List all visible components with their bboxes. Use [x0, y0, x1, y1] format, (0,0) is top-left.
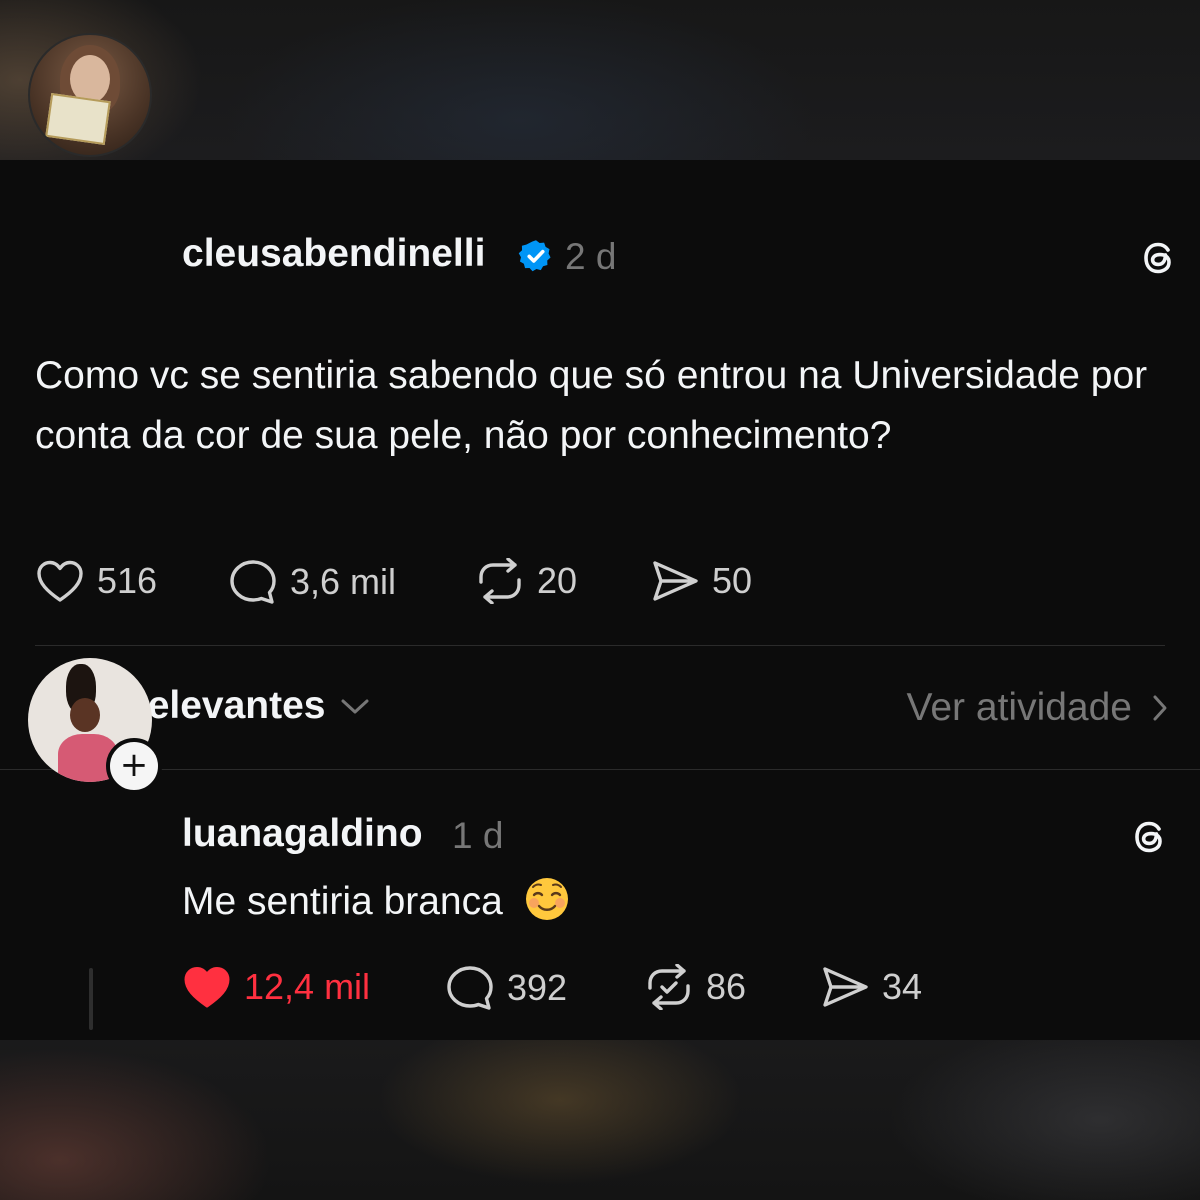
reply-text: Me sentiria branca — [182, 880, 503, 923]
heart-outline-icon — [37, 560, 83, 602]
repost-button[interactable]: 20 — [475, 558, 577, 604]
activity-label: Ver atividade — [906, 686, 1133, 729]
chevron-down-icon — [341, 699, 369, 714]
reply-comment-count: 392 — [507, 967, 568, 1008]
comment-bubble-icon — [447, 966, 493, 1010]
post-author-username[interactable]: cleusabendinelli — [182, 232, 485, 276]
reply-repost-count: 86 — [706, 966, 747, 1007]
follow-plus-button[interactable]: + — [106, 738, 162, 794]
share-button[interactable]: 50 — [650, 558, 752, 604]
repost-icon — [479, 558, 521, 604]
verified-badge-icon — [518, 240, 551, 272]
comment-button[interactable]: 3,6 mil — [228, 558, 396, 606]
threads-post-card — [0, 160, 1200, 1040]
post-author-avatar[interactable] — [28, 33, 152, 157]
send-icon — [653, 561, 698, 601]
chevron-right-icon — [1153, 695, 1167, 721]
reply-time: 1 d — [452, 815, 504, 856]
thread-connector-line — [89, 968, 93, 1030]
smiling-face-emoji-icon — [525, 878, 568, 920]
reply-like-count: 12,4 mil — [244, 966, 371, 1007]
reply-share-count: 34 — [882, 966, 923, 1007]
reply-comment-button[interactable]: 392 — [445, 964, 567, 1012]
post-time: 2 d — [565, 236, 617, 277]
view-activity-link[interactable]: Ver atividade — [907, 686, 1169, 730]
reply-text-line: Me sentiria branca — [182, 876, 570, 924]
comment-count: 3,6 mil — [290, 561, 397, 602]
divider — [35, 645, 1165, 646]
threads-logo-icon[interactable] — [1137, 236, 1181, 280]
comment-bubble-icon — [230, 560, 276, 604]
section-divider — [0, 769, 1200, 770]
like-button[interactable]: 516 — [35, 558, 157, 604]
reply-share-button[interactable]: 34 — [820, 964, 922, 1010]
threads-logo-icon[interactable] — [1128, 815, 1172, 859]
reply-repost-button[interactable]: 86 — [644, 964, 746, 1010]
blurred-background-bottom — [0, 1040, 1200, 1200]
repost-check-icon — [648, 964, 690, 1010]
reply-author-username[interactable]: luanagaldino — [182, 812, 423, 856]
send-icon — [823, 967, 868, 1007]
like-count: 516 — [97, 560, 158, 601]
reply-like-button[interactable]: 12,4 mil — [182, 964, 370, 1010]
share-count: 50 — [712, 560, 753, 601]
post-text: Como vc se sentiria sabendo que só entro… — [35, 354, 1148, 457]
blurred-background-top — [0, 0, 1200, 160]
heart-filled-icon — [184, 967, 230, 1008]
repost-count: 20 — [537, 560, 578, 601]
